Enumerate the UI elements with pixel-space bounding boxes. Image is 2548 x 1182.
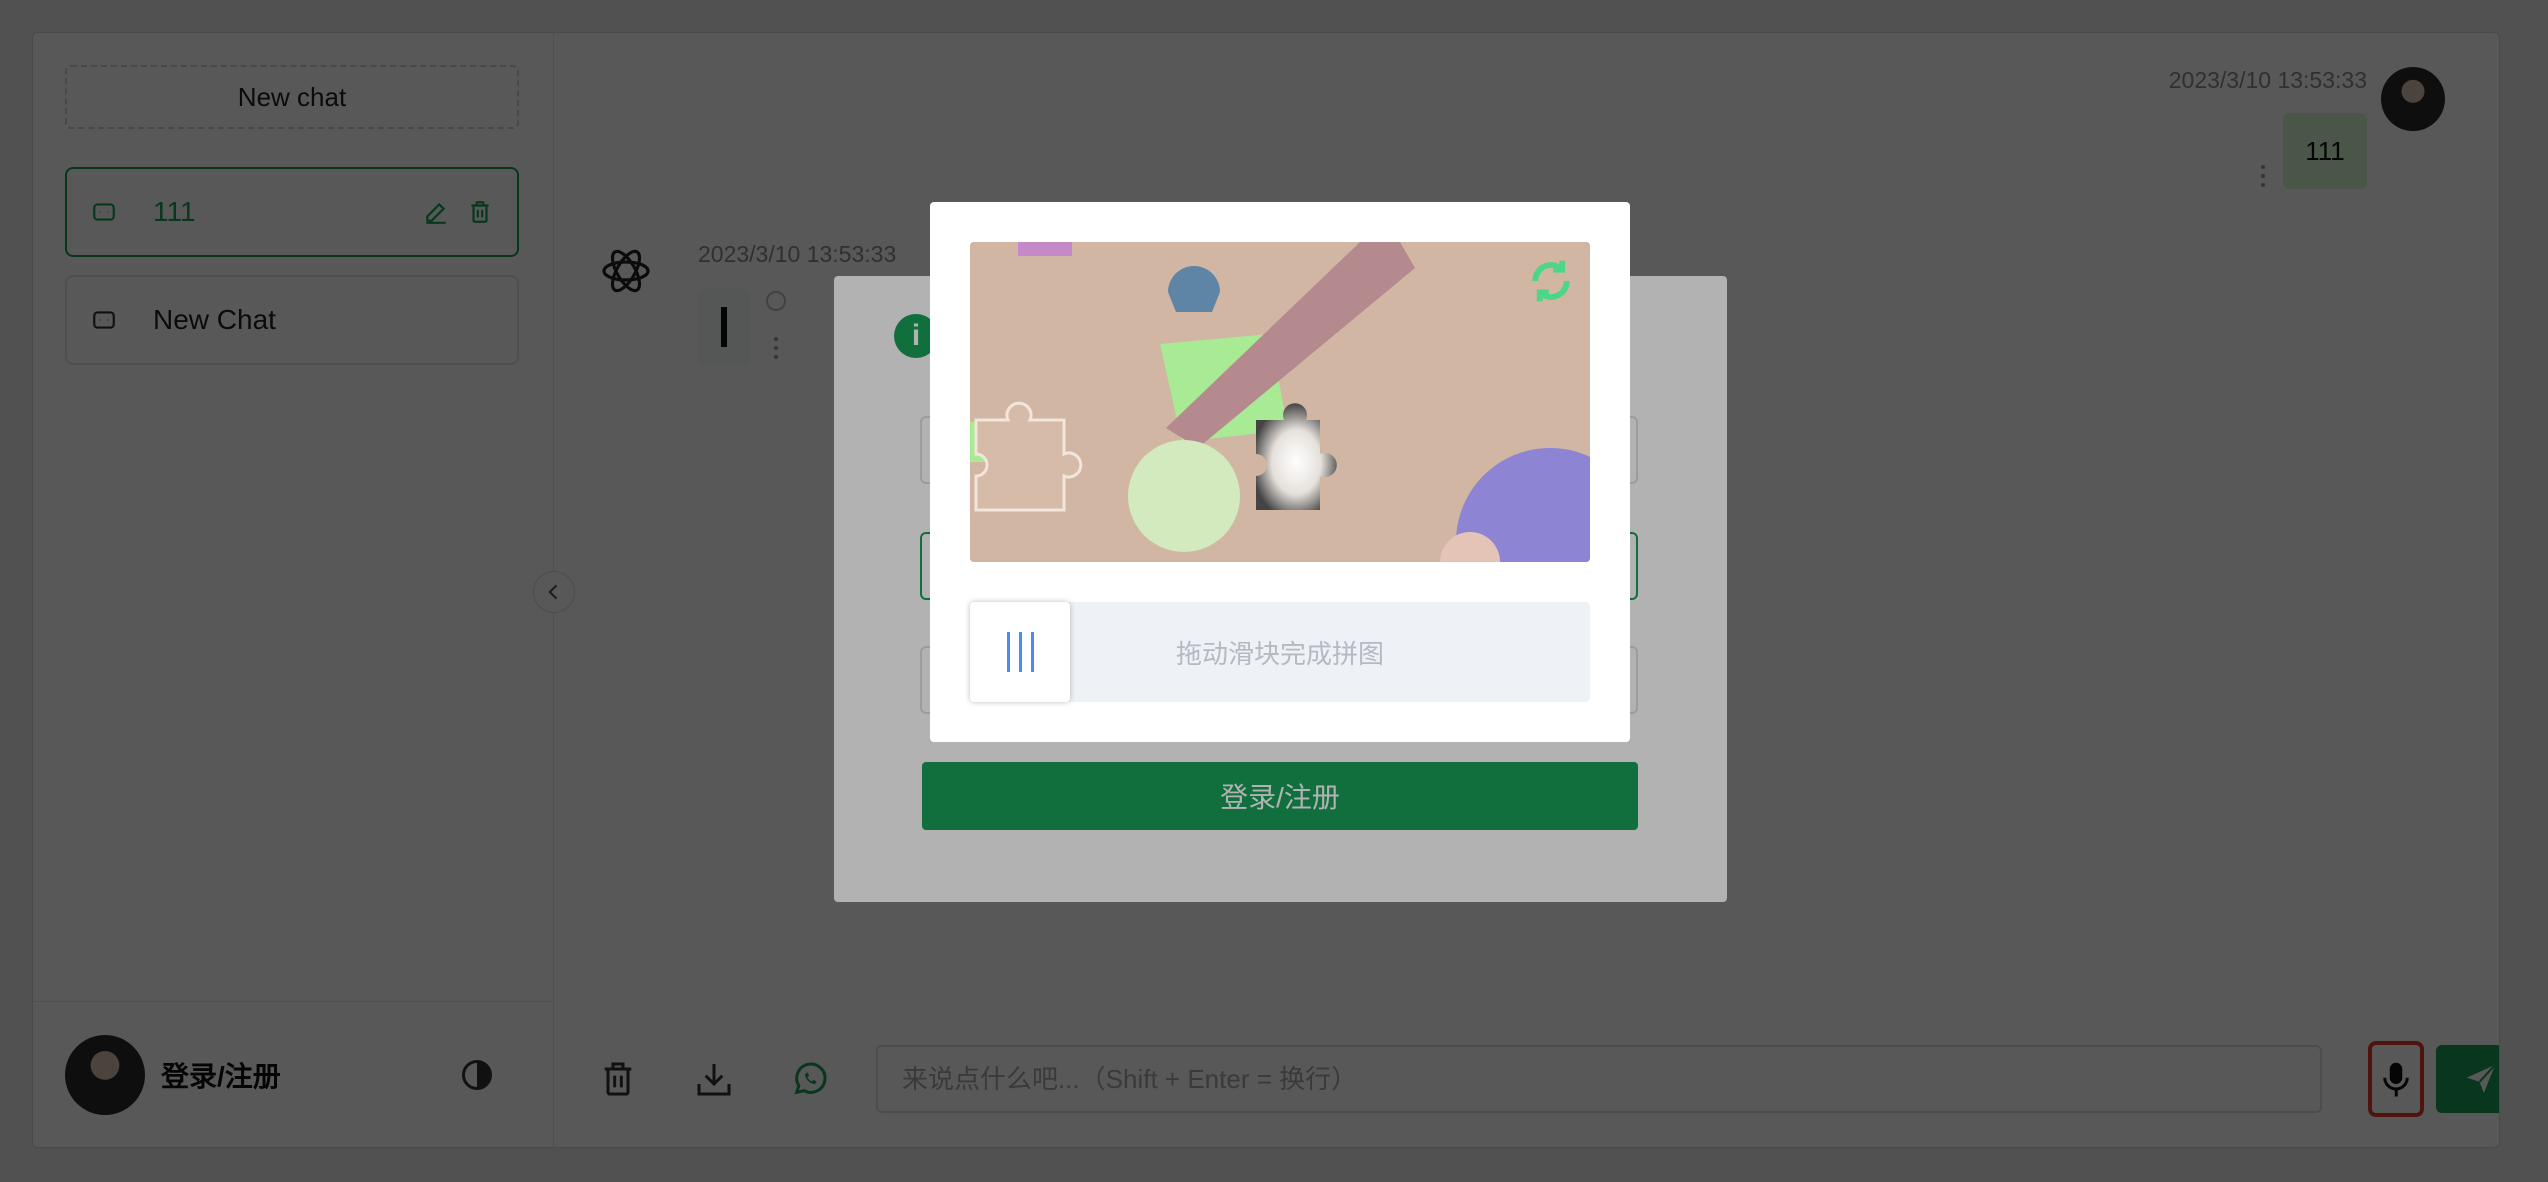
puzzle-background (970, 242, 1590, 562)
grip-line (1006, 632, 1010, 672)
refresh-icon[interactable] (1524, 254, 1578, 308)
captcha-slider-track: 拖动滑块完成拼图 (970, 602, 1590, 702)
grip-line (1018, 632, 1022, 672)
puzzle-piece-icon (974, 401, 1083, 512)
slider-captcha-dialog: 拖动滑块完成拼图 (930, 202, 1630, 742)
grip-line (1030, 632, 1034, 672)
slider-handle[interactable] (970, 602, 1070, 702)
captcha-puzzle-image (970, 242, 1590, 562)
